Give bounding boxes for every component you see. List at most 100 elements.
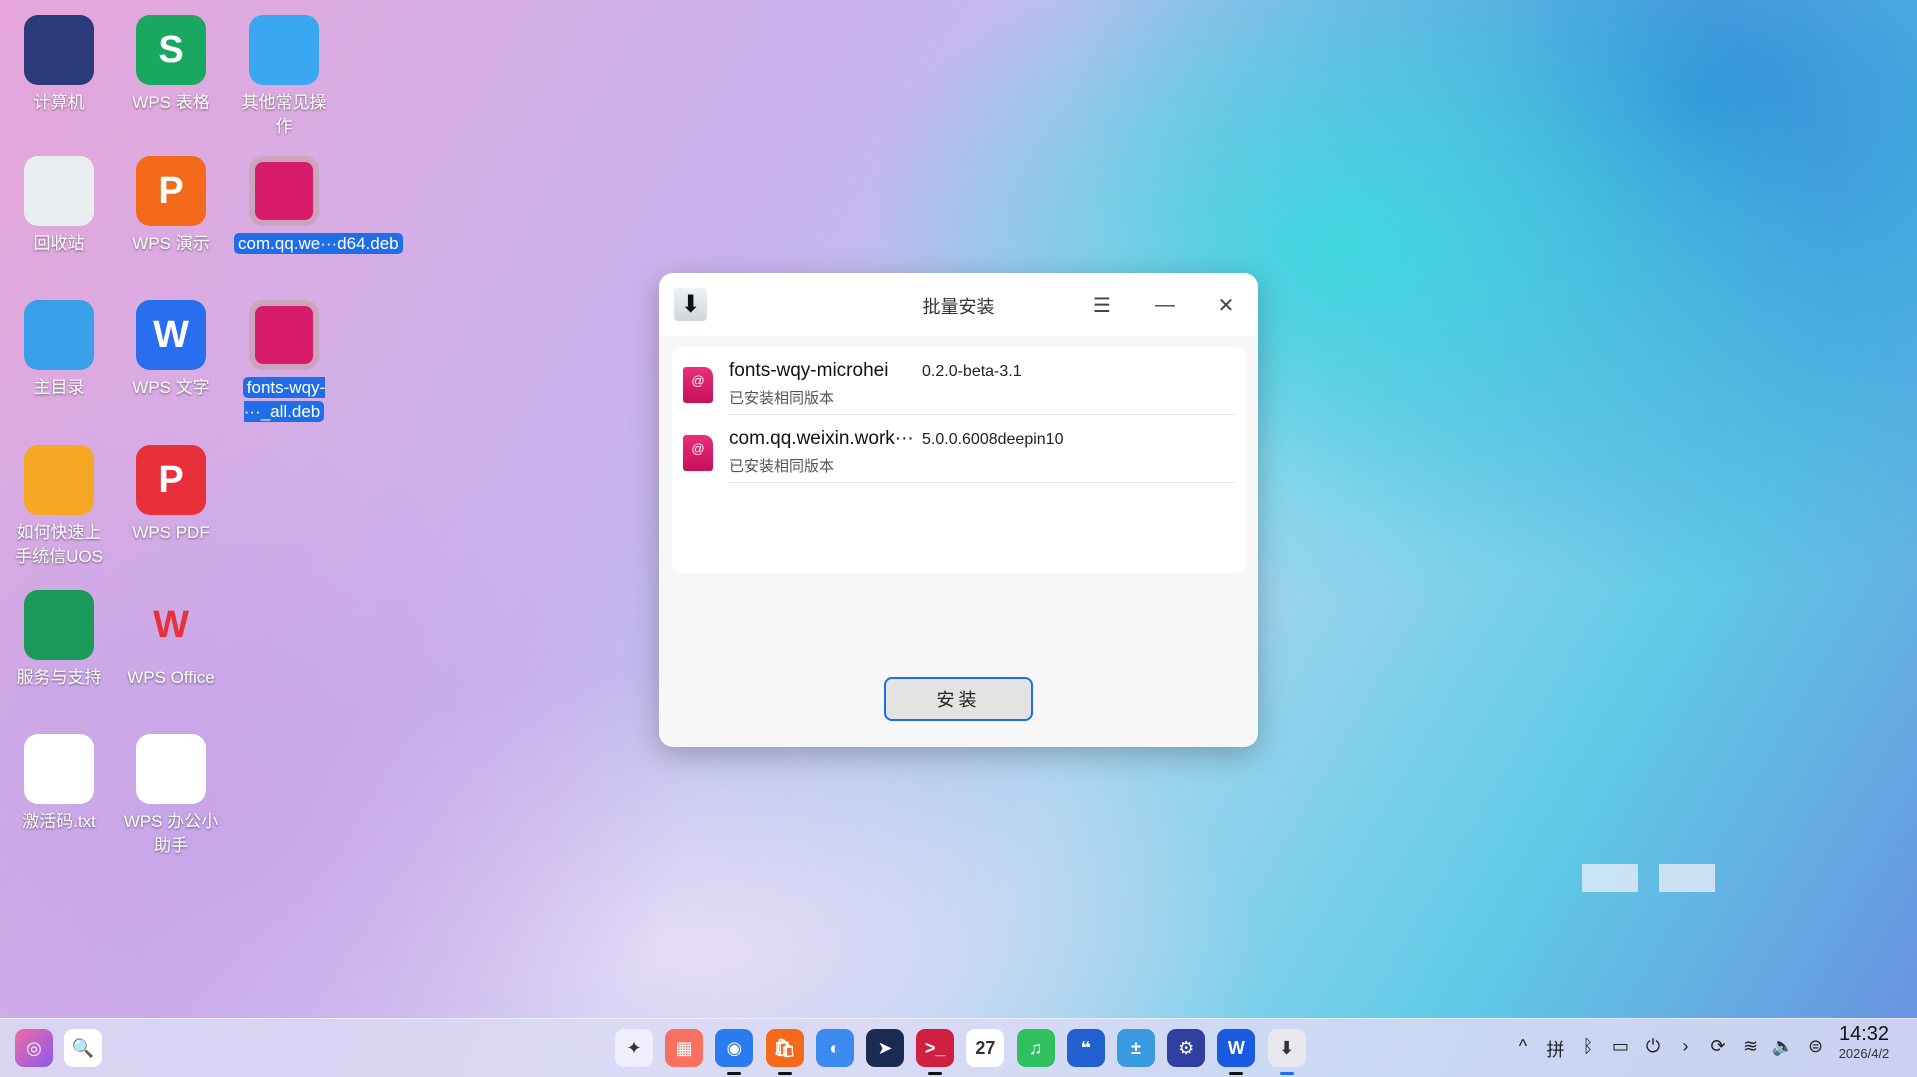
wifi-icon[interactable]: ≋ xyxy=(1738,1036,1764,1057)
workspace-thumbnail xyxy=(1582,864,1638,892)
notification-icon[interactable]: › xyxy=(1673,1036,1699,1057)
clock-date: 2026/4/2 xyxy=(1838,1046,1890,1061)
package-version: 0.2.0-beta-3.1 xyxy=(922,363,1022,380)
wps-sheets-icon: S xyxy=(136,15,206,85)
wps-presentation-icon: P xyxy=(136,156,206,226)
browser-icon: ◐ xyxy=(829,1037,841,1058)
desktop-icon[interactable]: W WPS 文字 xyxy=(121,300,221,400)
menu-button[interactable]: ☰ xyxy=(1084,287,1120,323)
volume-muted-icon[interactable]: 🔈 xyxy=(1770,1036,1796,1057)
running-indicator xyxy=(1229,1072,1244,1075)
dock-item-launcher[interactable]: ✦ xyxy=(615,1029,653,1067)
desktop-icon-label: 其他常见操作 xyxy=(241,93,327,136)
desktop-icon-label: 主目录 xyxy=(33,378,85,397)
hamburger-icon: ☰ xyxy=(1093,294,1111,317)
dock-item-wps-writer[interactable]: W xyxy=(1217,1029,1256,1075)
desktop-icon[interactable]: S WPS 表格 xyxy=(121,15,221,115)
expand-tray-icon[interactable]: ^ xyxy=(1510,1036,1536,1057)
desktop-icon[interactable]: 如何快速上手统信UOS xyxy=(9,445,109,569)
dock-item-terminal[interactable]: >_ xyxy=(916,1029,955,1075)
control-center-icon: ⚙ xyxy=(1178,1037,1195,1058)
clock[interactable]: 14:32 2026/4/2 xyxy=(1836,1023,1892,1061)
desktop-icon[interactable]: P WPS 演示 xyxy=(121,156,221,256)
wps-writer-icon: W xyxy=(136,300,206,370)
desktop-icon-label: WPS PDF xyxy=(132,523,210,542)
titlebar: ⬇ 批量安装 ☰ — ✕ xyxy=(659,273,1258,336)
desktop-icon-label: com.qq.we···d64.deb xyxy=(234,233,403,254)
notes-icon: ❝ xyxy=(1080,1037,1092,1058)
file-manager-icon: ◉ xyxy=(726,1037,743,1058)
package-installer-icon: ⬇ xyxy=(1279,1037,1295,1058)
dock-item-notes[interactable]: ❝ xyxy=(1066,1029,1105,1067)
dock-item-multitask-view[interactable]: ▦ xyxy=(665,1029,704,1067)
desktop-icon[interactable]: W WPS Office xyxy=(121,590,221,690)
desktop-icon[interactable]: WPS 办公小助手 xyxy=(121,734,221,858)
package-status: 已安装相同版本 xyxy=(729,458,835,475)
dock-item-music[interactable]: ♫ xyxy=(1016,1029,1055,1067)
package-name: fonts-wqy-microhei xyxy=(729,360,889,381)
close-button[interactable]: ✕ xyxy=(1208,287,1244,323)
dock-item-package-installer[interactable]: ⬇ xyxy=(1267,1029,1306,1075)
desktop-icon[interactable]: 服务与支持 xyxy=(9,590,109,690)
running-indicator xyxy=(727,1072,742,1075)
running-indicator xyxy=(928,1072,943,1075)
calculator-icon: ± xyxy=(1131,1037,1141,1058)
dock-item-control-center[interactable]: ⚙ xyxy=(1167,1029,1206,1067)
dock-item-app-store[interactable]: 🛍 xyxy=(765,1029,804,1075)
home-folder-icon xyxy=(24,300,94,370)
minimize-button[interactable]: — xyxy=(1147,287,1183,323)
terminal-icon: >_ xyxy=(924,1037,946,1058)
trash-icon xyxy=(24,156,94,226)
search-button[interactable]: 🔍 xyxy=(64,1029,102,1067)
divider xyxy=(729,482,1235,483)
battery-icon[interactable]: ▭ xyxy=(1608,1036,1634,1057)
wps-assistant-icon xyxy=(136,734,206,804)
folder-icon xyxy=(249,15,319,85)
running-indicator xyxy=(1279,1072,1294,1075)
desktop-icon-label: WPS 文字 xyxy=(132,378,210,397)
install-button[interactable]: 安装 xyxy=(884,677,1033,721)
multitask-view-icon: ▦ xyxy=(675,1037,693,1058)
dock-item-browser[interactable]: ◐ xyxy=(815,1029,854,1067)
calendar-icon: 27 xyxy=(975,1037,996,1058)
search-icon: 🔍 xyxy=(71,1037,95,1058)
dock-item-calculator[interactable]: ± xyxy=(1117,1029,1155,1067)
dock-item-mail[interactable]: ➤ xyxy=(866,1029,904,1067)
dock-item-file-manager[interactable]: ◉ xyxy=(715,1029,754,1075)
desktop-icon[interactable]: 激活码.txt xyxy=(9,734,109,834)
package-status: 已安装相同版本 xyxy=(729,390,835,407)
package-row[interactable]: @ fonts-wqy-microhei 0.2.0-beta-3.1 已安装相… xyxy=(672,347,1247,415)
launcher-icon: ✦ xyxy=(626,1037,642,1058)
support-icon xyxy=(24,590,94,660)
minimize-icon: — xyxy=(1155,293,1175,316)
control-toggle-icon[interactable]: ⊜ xyxy=(1803,1036,1829,1057)
desktop-icon[interactable]: 其他常见操作 xyxy=(234,15,334,139)
power-icon[interactable]: ⏻ xyxy=(1640,1036,1666,1057)
desktop-icon-label: 计算机 xyxy=(33,93,85,112)
package-version: 5.0.0.6008deepin10 xyxy=(922,431,1064,448)
desktop-icon-label: 回收站 xyxy=(33,234,85,253)
desktop-icon-label: WPS 表格 xyxy=(132,93,210,112)
music-icon: ♫ xyxy=(1028,1037,1043,1058)
sync-icon[interactable]: ⟳ xyxy=(1705,1036,1731,1057)
desktop-icon-label: 如何快速上手统信UOS xyxy=(15,523,103,566)
wps-pdf-icon: P xyxy=(136,445,206,515)
desktop-icon[interactable]: com.qq.we···d64.deb xyxy=(234,156,403,256)
desktop-icon[interactable]: fonts-wqy-···_all.deb xyxy=(234,300,334,424)
workspace-thumbnail xyxy=(1659,864,1715,892)
package-name: com.qq.weixin.work··· xyxy=(729,428,914,449)
taskbar: ◎ 🔍 ✦ ▦ ◉ 🛍 ◐ ➤ >_ 27 ♫ ❝ ± ⚙ W ⬇ ^ 拼 ᛒ ▭ ⏻ › ⟳ ≋ 🔈 ⊜ 14:32 20… xyxy=(0,1018,1917,1077)
launcher-button[interactable]: ◎ xyxy=(15,1029,53,1067)
computer-icon xyxy=(24,15,94,85)
desktop-icon[interactable]: P WPS PDF xyxy=(121,445,221,545)
desktop-icon-label: 服务与支持 xyxy=(16,668,102,687)
desktop-icon[interactable]: 计算机 xyxy=(9,15,109,115)
dock-item-calendar[interactable]: 27 xyxy=(966,1029,1005,1067)
close-icon: ✕ xyxy=(1217,294,1235,317)
bluetooth-icon[interactable]: ᛒ xyxy=(1575,1036,1601,1057)
desktop-icon-label: fonts-wqy-···_all.deb xyxy=(242,377,326,422)
package-row[interactable]: @ com.qq.weixin.work··· 5.0.0.6008deepin… xyxy=(672,415,1247,483)
input-method-icon[interactable]: 拼 xyxy=(1543,1036,1569,1062)
desktop-icon[interactable]: 回收站 xyxy=(9,156,109,256)
desktop-icon[interactable]: 主目录 xyxy=(9,300,109,400)
